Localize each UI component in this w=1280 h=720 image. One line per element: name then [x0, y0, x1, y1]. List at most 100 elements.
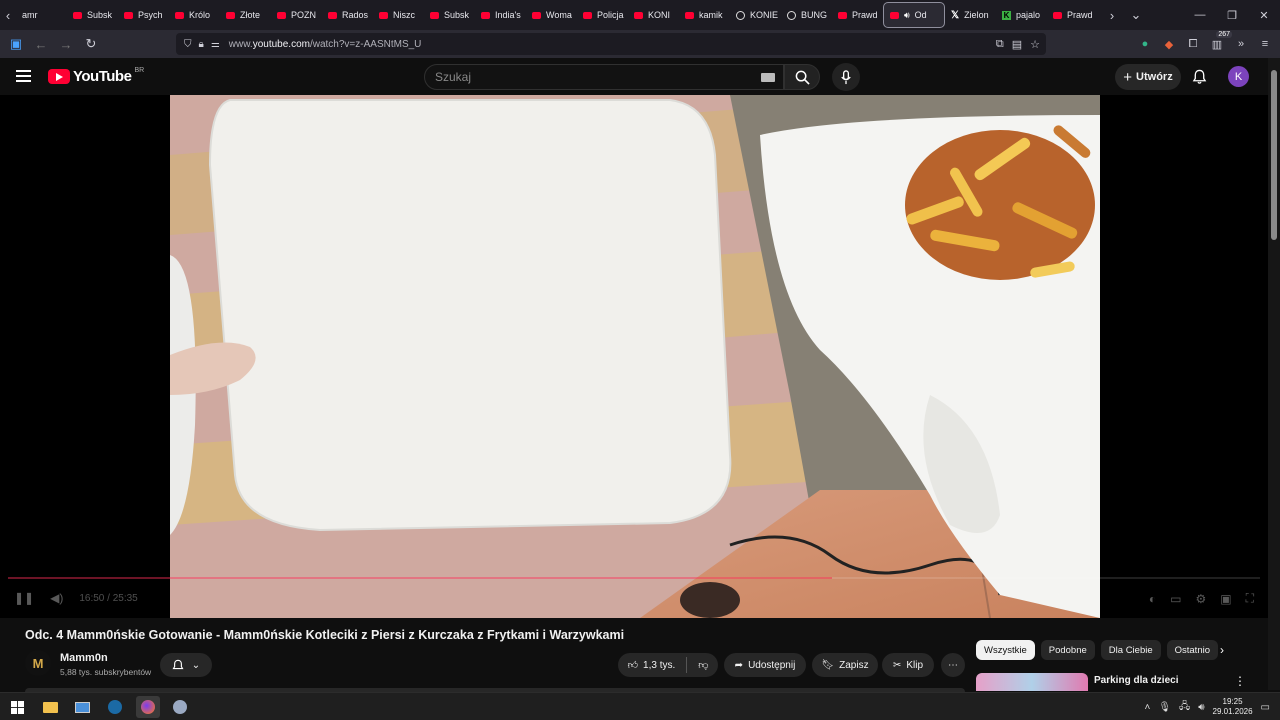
permissions-icon[interactable]: ⚌ — [211, 39, 220, 50]
tab-active[interactable]: 🔊︎ Od — [883, 2, 945, 28]
url-text[interactable]: www.youtube.com/watch?v=z-AASNtMS_U — [229, 39, 422, 50]
extension-icon[interactable]: ◆ — [1160, 35, 1178, 53]
picture-in-picture-icon[interactable]: ⧉ — [996, 38, 1004, 51]
vpn-extension-icon[interactable]: ● — [1136, 35, 1154, 53]
volume-tray-icon[interactable]: 🔊︎ — [1198, 702, 1204, 713]
autoplay-toggle-icon[interactable]: ◐ — [1149, 592, 1156, 606]
app-icon[interactable] — [168, 696, 192, 718]
tab[interactable]: Subsk — [424, 2, 475, 28]
fullscreen-icon[interactable]: ⛶ — [1246, 591, 1254, 606]
file-explorer-icon[interactable] — [38, 696, 62, 718]
tab[interactable]: Prawd — [832, 2, 883, 28]
tab[interactable]: Kpajalo — [996, 2, 1047, 28]
search-button[interactable] — [784, 64, 820, 90]
tab[interactable]: Psych — [118, 2, 169, 28]
pause-icon[interactable]: ❚❚ — [14, 591, 34, 605]
like-dislike-group: 👍︎ 1,3 tys. 👎︎ — [618, 653, 718, 677]
recommendation-thumbnail[interactable] — [976, 673, 1088, 691]
filter-chip[interactable]: Wszystkie — [976, 640, 1035, 660]
forward-icon[interactable]: → — [54, 32, 78, 56]
account-avatar[interactable]: K — [1228, 66, 1249, 87]
video-progress-bar[interactable] — [8, 577, 1260, 579]
notifications-tray-icon[interactable]: ▭ — [1261, 702, 1270, 713]
channel-avatar[interactable]: M — [25, 650, 51, 676]
search-input[interactable]: Szukaj — [424, 64, 784, 90]
tabs-scroll-right-icon[interactable]: › — [1104, 0, 1120, 30]
tab[interactable]: POZN — [271, 2, 322, 28]
this-pc-icon[interactable] — [70, 696, 94, 718]
tab[interactable]: amr — [16, 2, 67, 28]
subtitles-icon[interactable]: ▭ — [1170, 592, 1181, 606]
guide-menu-icon[interactable] — [16, 70, 31, 85]
puzzle-extensions-icon[interactable]: ⧠ — [1184, 35, 1202, 53]
tab[interactable]: kamik — [679, 2, 730, 28]
dislike-button[interactable]: 👎︎ — [698, 659, 708, 671]
more-vertical-icon[interactable]: ⋮ — [1234, 674, 1246, 688]
tab[interactable]: Policja — [577, 2, 628, 28]
tab-label: Królo — [189, 10, 211, 20]
url-bar[interactable]: ⛉ 🔒︎ ⚌ www.youtube.com/watch?v=z-AASNtMS… — [176, 33, 1046, 55]
tab[interactable]: Rados — [322, 2, 373, 28]
restore-icon[interactable]: ❐ — [1216, 0, 1248, 30]
reader-view-icon[interactable]: ▤ — [1012, 38, 1022, 51]
chevron-right-icon[interactable]: › — [1220, 643, 1224, 657]
tab[interactable]: Subsk — [67, 2, 118, 28]
tab[interactable]: Królo — [169, 2, 220, 28]
share-button[interactable]: ➦ Udostępnij — [724, 653, 806, 677]
video-frame[interactable] — [170, 95, 1100, 618]
tray-chevron-up-icon[interactable]: ˄ — [1144, 702, 1150, 713]
taskbar-clock[interactable]: 19:25 29.01.2026 — [1213, 697, 1253, 717]
tab[interactable]: 𝕏 Zielon — [945, 2, 996, 28]
tab[interactable]: BUNG — [781, 2, 832, 28]
video-player[interactable]: ❚❚ ◀) 16:50 / 25:35 ◐ ▭ ⚙ ▣ ⛶ — [0, 95, 1268, 618]
filter-chip[interactable]: Ostatnio — [1166, 640, 1219, 660]
minimize-icon[interactable]: — — [1184, 0, 1216, 30]
tab[interactable]: Złote — [220, 2, 271, 28]
filter-chip[interactable]: Dla Ciebie — [1100, 640, 1161, 660]
tab-label: Prawd — [1067, 10, 1093, 20]
settings-gear-icon[interactable]: ⚙ — [1195, 592, 1206, 606]
bookmark-star-icon[interactable]: ☆ — [1030, 38, 1040, 51]
share-arrow-icon: ➦ — [734, 659, 744, 671]
tab[interactable]: KONIE — [730, 2, 781, 28]
steam-icon[interactable] — [103, 696, 127, 718]
channel-name[interactable]: Mamm0n — [60, 652, 108, 664]
voice-search-button[interactable] — [832, 63, 860, 91]
clip-button[interactable]: ✂ Klip — [882, 653, 934, 677]
sidebar-toggle-icon[interactable]: ▣ — [4, 32, 28, 56]
tabs-scroll-left-icon[interactable]: ‹ — [0, 0, 16, 30]
like-button[interactable]: 👍︎ 1,3 tys. — [628, 659, 676, 672]
tab[interactable]: India's — [475, 2, 526, 28]
create-button[interactable]: + Utwórz — [1115, 64, 1181, 90]
reload-icon[interactable]: ↻ — [79, 32, 103, 56]
keyboard-icon[interactable] — [761, 73, 775, 82]
microphone-tray-icon[interactable]: 🎙︎ — [1158, 702, 1171, 713]
ublock-icon[interactable]: ▥ 267 — [1208, 31, 1232, 53]
close-window-icon[interactable]: ✕ — [1248, 0, 1280, 30]
tab[interactable]: Woma — [526, 2, 577, 28]
network-icon[interactable]: 🖧︎ — [1179, 699, 1190, 716]
scrollbar-thumb[interactable] — [1271, 70, 1277, 240]
firefox-icon[interactable] — [136, 696, 160, 718]
notifications-button[interactable] — [1189, 67, 1209, 87]
tab-audio-icon[interactable]: 🔊︎ — [904, 10, 910, 21]
lock-icon[interactable]: 🔒︎ — [199, 39, 204, 50]
overflow-menu-icon[interactable]: » — [1232, 35, 1250, 53]
volume-icon[interactable]: ◀) — [50, 591, 63, 605]
hamburger-menu-icon[interactable]: ≡ — [1256, 35, 1274, 53]
shield-icon[interactable]: ⛉ — [184, 39, 192, 50]
page-scrollbar[interactable] — [1268, 58, 1280, 690]
youtube-logo[interactable]: YouTube BR — [48, 67, 144, 85]
subscription-notifications-button[interactable]: ⌄ — [160, 653, 212, 677]
recommendation-title[interactable]: Parking dla dzieci — [1094, 675, 1178, 686]
save-button[interactable]: 🔖︎ Zapisz — [812, 653, 878, 677]
more-actions-button[interactable]: ⋯ — [941, 653, 965, 677]
tab[interactable]: KONI — [628, 2, 679, 28]
windows-start-icon[interactable] — [5, 696, 29, 718]
tab[interactable]: Niszc — [373, 2, 424, 28]
miniplayer-icon[interactable]: ▣ — [1220, 592, 1231, 606]
tab-list-dropdown-icon[interactable]: ⌄ — [1128, 0, 1144, 30]
tab[interactable]: Prawd — [1047, 2, 1098, 28]
filter-chip[interactable]: Podobne — [1040, 640, 1095, 660]
back-icon[interactable]: ← — [29, 32, 53, 56]
